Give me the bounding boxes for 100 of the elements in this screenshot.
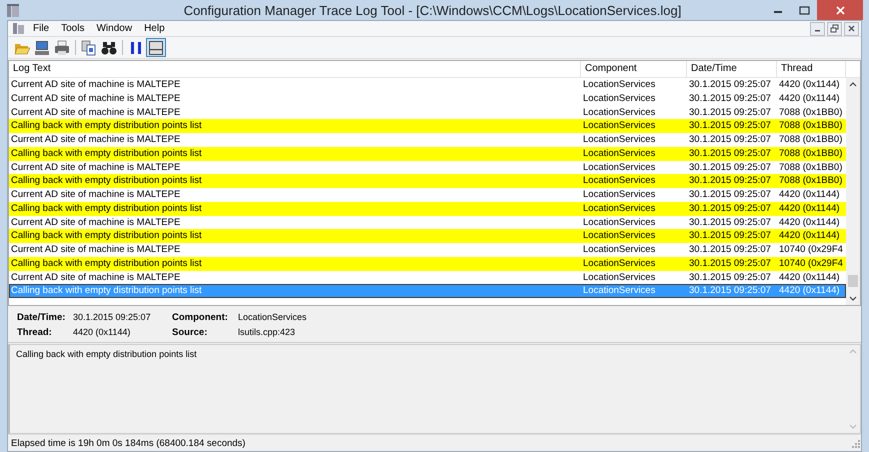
table-cell-text: LocationServices	[582, 160, 656, 174]
table-cell-text: 30.1.2015 09:25:07	[688, 92, 772, 106]
table-cell-text: Current AD site of machine is MALTEPE	[10, 78, 182, 92]
table-cell-text: Calling back with empty distribution points list	[10, 229, 203, 243]
log-row[interactable]: Current AD site of machine is MALTEPE LocationServices 30.1.2015 09:25:07 4420 (0x1144)	[9, 188, 846, 202]
log-row[interactable]: Current AD site of machine is MALTEPE LocationServices 30.1.2015 09:25:07 7088 (0x1BB0)	[9, 160, 846, 174]
close-button[interactable]	[817, 0, 863, 20]
printer-icon	[54, 40, 70, 56]
maximize-icon	[798, 6, 810, 14]
child-restore-button[interactable]	[827, 22, 842, 36]
child-close-button[interactable]	[844, 22, 859, 36]
table-cell-text: 4420 (0x1144)	[778, 92, 841, 106]
field-value: LocationServices	[238, 312, 308, 324]
table-cell-text: LocationServices	[582, 256, 656, 270]
log-row[interactable]: Current AD site of machine is MALTEPE LocationServices 30.1.2015 09:25:07 7088 (0x1BB0)	[9, 133, 846, 147]
table-cell-text: LocationServices	[582, 119, 656, 133]
column-header[interactable]: Date/Time	[687, 61, 777, 77]
table-cell-text: 4420 (0x1144)	[778, 270, 841, 284]
table-cell-text: LocationServices	[582, 229, 656, 243]
field-label: Thread:	[17, 326, 53, 339]
toolbar-button[interactable]	[146, 38, 166, 57]
table-cell-text: 4420 (0x1144)	[778, 78, 841, 92]
table-cell-text: LocationServices	[582, 78, 656, 92]
table-cell-text: LocationServices	[582, 174, 656, 188]
log-row[interactable]: Calling back with empty distribution points list LocationServices 30.1.2015 09:25:07 7088 (0x1BB0)	[9, 119, 846, 133]
restore-icon	[830, 24, 839, 33]
table-cell-text: Current AD site of machine is MALTEPE	[10, 106, 182, 120]
menu-item[interactable]: Help	[138, 23, 171, 34]
child-minimize-button[interactable]	[810, 22, 825, 36]
close-icon	[847, 24, 856, 33]
table-cell-text: 4420 (0x1144)	[778, 216, 841, 230]
log-row[interactable]: Calling back with empty distribution points list LocationServices 30.1.2015 09:25:07 4420 (0x1144)	[9, 202, 846, 216]
message-text: Calling back with empty distribution points list	[16, 349, 197, 359]
toolbar-button[interactable]	[32, 38, 52, 57]
table-cell-text: LocationServices	[582, 216, 656, 230]
table-cell-text: 30.1.2015 09:25:07	[688, 243, 772, 257]
table-cell-text: 7088 (0x1BB0)	[778, 119, 844, 133]
field-label: Date/Time:	[17, 312, 66, 324]
table-cell-text: 7088 (0x1BB0)	[778, 133, 844, 147]
log-row[interactable]: Calling back with empty distribution points list LocationServices 30.1.2015 09:25:07 7088 (0x1BB0)	[9, 174, 846, 188]
computer-icon	[34, 40, 50, 56]
scrollbar-thumb[interactable]	[848, 275, 858, 287]
menu-item[interactable]: Window	[90, 23, 138, 34]
scrollbar[interactable]	[846, 78, 860, 305]
log-row[interactable]: Current AD site of machine is MALTEPE LocationServices 30.1.2015 09:25:07 10740 (0x29F4	[9, 243, 846, 257]
menu-item[interactable]: Tools	[55, 23, 90, 34]
column-header[interactable]: Log Text	[9, 61, 581, 77]
table-cell-text: Calling back with empty distribution points list	[10, 284, 203, 298]
copy-icon	[81, 40, 97, 56]
column-header[interactable]: Component	[581, 61, 687, 77]
table-cell-text: 4420 (0x1144)	[778, 284, 841, 298]
table-cell-text: 30.1.2015 09:25:07	[688, 106, 772, 120]
table-cell-text: LocationServices	[582, 188, 656, 202]
table-cell-text: LocationServices	[582, 92, 656, 106]
log-row[interactable]: Current AD site of machine is MALTEPE LocationServices 30.1.2015 09:25:07 4420 (0x1144)	[9, 216, 846, 230]
table-cell-text: 30.1.2015 09:25:07	[688, 146, 772, 160]
table-cell-text: LocationServices	[582, 270, 656, 284]
log-row[interactable]: Current AD site of machine is MALTEPE LocationServices 30.1.2015 09:25:07 4420 (0x1144)	[9, 92, 846, 106]
field-label: Component:	[172, 312, 229, 324]
table-cell-text: Calling back with empty distribution points list	[10, 202, 203, 216]
field-value: 30.1.2015 09:25:07	[73, 312, 152, 324]
log-row[interactable]: Current AD site of machine is MALTEPE LocationServices 30.1.2015 09:25:07 4420 (0x1144)	[9, 270, 846, 284]
resize-grip-icon	[850, 438, 861, 448]
table-cell-text: Calling back with empty distribution points list	[10, 256, 203, 270]
table-cell-text: Current AD site of machine is MALTEPE	[10, 92, 182, 106]
table-cell-text: 30.1.2015 09:25:07	[688, 133, 772, 147]
table-cell-text: 30.1.2015 09:25:07	[688, 160, 772, 174]
field-label: Source:	[172, 326, 208, 339]
table-cell-text: Current AD site of machine is MALTEPE	[10, 133, 182, 147]
log-row[interactable]: Calling back with empty distribution points list LocationServices 30.1.2015 09:25:07 4420 (0x1144)	[9, 229, 846, 243]
table-cell-text: 30.1.2015 09:25:07	[688, 256, 772, 270]
table-cell-text: LocationServices	[582, 106, 656, 120]
log-row[interactable]: Current AD site of machine is MALTEPE LocationServices 30.1.2015 09:25:07 4420 (0x1144)	[9, 78, 846, 92]
column-header[interactable]: Thread	[777, 61, 846, 77]
log-row[interactable]: Calling back with empty distribution points list LocationServices 30.1.2015 09:25:07 10740 (0x29F4	[9, 256, 846, 270]
table-cell-text: 7088 (0x1BB0)	[778, 174, 844, 188]
log-row[interactable]: Current AD site of machine is MALTEPE LocationServices 30.1.2015 09:25:07 7088 (0x1BB0)	[9, 106, 846, 120]
table-cell-text: 30.1.2015 09:25:07	[688, 202, 772, 216]
close-icon	[836, 6, 844, 14]
table-cell-text: Current AD site of machine is MALTEPE	[10, 216, 182, 230]
table-cell-text: 30.1.2015 09:25:07	[688, 270, 772, 284]
table-cell-text: 4420 (0x1144)	[778, 188, 841, 202]
table-cell-text: Calling back with empty distribution points list	[10, 119, 203, 133]
table-cell-text: LocationServices	[582, 133, 656, 147]
menu-item[interactable]: File	[27, 23, 56, 34]
table-cell-text: 30.1.2015 09:25:07	[688, 119, 772, 133]
field-value: 4420 (0x1144)	[73, 326, 132, 339]
table-cell-text: 7088 (0x1BB0)	[778, 106, 844, 120]
table-cell-text: Calling back with empty distribution points list	[10, 146, 203, 160]
table-cell-text: 4420 (0x1144)	[778, 229, 841, 243]
pause-icon	[128, 40, 144, 56]
table-cell-text: 30.1.2015 09:25:07	[688, 174, 772, 188]
document-icon	[12, 22, 25, 35]
window-title: Configuration Manager Trace Log Tool - [C:\Windows\CCM\Logs\LocationServices.log]	[182, 2, 682, 18]
status-text: Elapsed time is 19h 0m 0s 184ms (68400.184 seconds)	[11, 438, 246, 448]
log-row[interactable]: Calling back with empty distribution points list LocationServices 30.1.2015 09:25:07 7088 (0x1BB0)	[9, 146, 846, 160]
table-cell-text: 10740 (0x29F4	[778, 243, 844, 257]
table-cell-text: LocationServices	[582, 284, 656, 298]
table-cell-text: 30.1.2015 09:25:07	[688, 229, 772, 243]
table-cell-text: Calling back with empty distribution points list	[10, 174, 203, 188]
